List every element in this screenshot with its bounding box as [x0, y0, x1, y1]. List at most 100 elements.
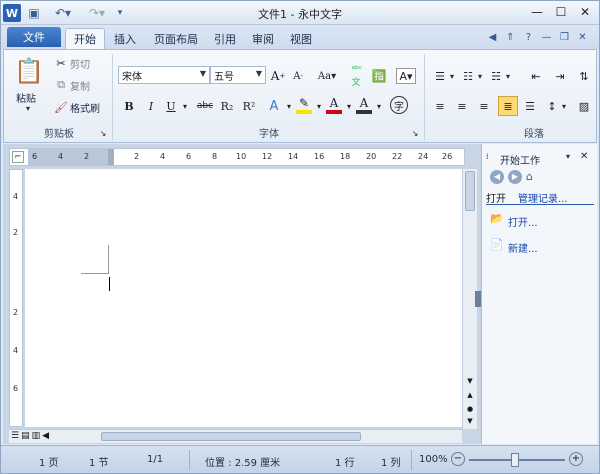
ribbon-minimize-icon[interactable]: — [539, 30, 554, 45]
char-border-icon[interactable]: 🈯 [370, 68, 388, 84]
paste-icon[interactable]: 📋 [14, 54, 44, 88]
tab-view[interactable]: 视图 [283, 28, 319, 49]
line-spacing-icon[interactable]: ↕ [544, 98, 560, 114]
pane-forward-icon[interactable]: ▶ [508, 170, 522, 184]
zoom-level[interactable]: 100% [419, 454, 448, 465]
subscript-button[interactable]: R₂ [218, 98, 236, 114]
align-left-icon[interactable]: ≡ [432, 98, 448, 114]
pane-menu-icon[interactable]: ▾ [566, 152, 570, 161]
multilevel-list-icon[interactable]: ☵ [488, 68, 504, 84]
scroll-thumb[interactable] [465, 171, 475, 211]
maximize-icon[interactable]: ☐ [551, 3, 571, 21]
superscript-button[interactable]: R² [240, 98, 258, 114]
font-color-dropdown-icon[interactable]: ▾ [344, 98, 354, 114]
strikethrough-button[interactable]: abc [194, 98, 216, 114]
shrink-font-icon[interactable]: A- [290, 68, 306, 84]
view-mode-icons[interactable]: ☰▤▥◀ [11, 431, 71, 442]
tab-home[interactable]: 开始 [65, 28, 105, 49]
minimize-icon[interactable]: — [527, 3, 547, 21]
increase-indent-icon[interactable]: ⇥ [552, 68, 568, 84]
highlight-button[interactable]: ✎ [296, 96, 312, 114]
help-icon[interactable]: ? [521, 30, 536, 45]
back-icon[interactable]: ◀ [485, 30, 500, 45]
hscroll-thumb[interactable] [101, 432, 361, 441]
scroll-down-icon[interactable]: ▼ [464, 377, 476, 387]
cut-button[interactable]: 剪切 [70, 56, 90, 71]
new-link[interactable]: 新建... [508, 240, 538, 255]
align-center-icon[interactable]: ≡ [454, 98, 470, 114]
ruler-number: 6 [13, 384, 19, 393]
line-spacing-dropdown-icon[interactable]: ▾ [560, 98, 568, 114]
horizontal-ruler[interactable]: ⌐ 6 4 2 2 4 6 8 10 12 14 16 18 20 22 24 … [9, 148, 465, 166]
shading-icon[interactable]: ▨ [576, 98, 592, 114]
paste-dropdown-icon[interactable]: ▾ [26, 104, 30, 113]
font-color-button[interactable]: A [326, 96, 342, 114]
text-effects-dropdown-icon[interactable]: ▾ [284, 98, 294, 114]
open-link[interactable]: 打开... [508, 214, 538, 229]
pane-tab-manage[interactable]: 管理记录... [518, 190, 568, 205]
clear-format-icon[interactable]: A▾ [396, 68, 416, 84]
ribbon-close-icon[interactable]: ✕ [575, 30, 590, 45]
tab-references[interactable]: 引用 [207, 28, 243, 49]
pane-close-icon[interactable]: ✕ [580, 151, 588, 162]
numbering-icon[interactable]: ☷ [460, 68, 476, 84]
copy-button[interactable]: 复制 [70, 78, 90, 93]
grow-font-icon[interactable]: A + [270, 68, 286, 84]
pane-home-icon[interactable]: ⌂ [526, 170, 540, 184]
tab-stop-selector-icon[interactable]: ⌐ [12, 151, 24, 163]
zoom-slider-thumb[interactable] [511, 453, 519, 467]
document-page[interactable] [25, 169, 462, 427]
enclose-char-button[interactable]: 字 [390, 96, 408, 114]
align-right-icon[interactable]: ≡ [476, 98, 492, 114]
pin-icon[interactable]: ⇑ [503, 30, 518, 45]
char-shading-dropdown-icon[interactable]: ▾ [374, 98, 384, 114]
underline-button[interactable]: U [164, 98, 178, 114]
bullets-dropdown-icon[interactable]: ▾ [448, 68, 456, 84]
clipboard-launcher-icon[interactable]: ↘ [98, 128, 108, 138]
italic-button[interactable]: I [144, 98, 158, 114]
ruler-number: 6 [32, 152, 38, 161]
vertical-ruler[interactable]: 4 2 2 4 6 [9, 169, 23, 427]
decrease-indent-icon[interactable]: ⇤ [528, 68, 544, 84]
indent-marker-icon[interactable] [108, 149, 114, 165]
phonetic-guide-icon[interactable]: ᵃᵇᶜ 文 [346, 65, 368, 88]
tab-insert[interactable]: 插入 [107, 28, 143, 49]
highlight-dropdown-icon[interactable]: ▾ [314, 98, 324, 114]
next-page-icon[interactable]: ▼ [464, 417, 476, 427]
bold-button[interactable]: B [122, 98, 136, 114]
format-painter-icon[interactable]: 🖌 [54, 100, 68, 114]
sort-icon[interactable]: ⇅ [576, 68, 592, 84]
scissors-icon[interactable]: ✂ [54, 56, 68, 70]
select-browse-icon[interactable]: ● [464, 405, 476, 415]
numbering-dropdown-icon[interactable]: ▾ [476, 68, 484, 84]
pane-tab-open[interactable]: 打开 [486, 190, 506, 205]
file-menu-button[interactable]: 文件 [7, 27, 61, 47]
pane-back-icon[interactable]: ◀ [490, 170, 504, 184]
tab-page-layout[interactable]: 页面布局 [147, 28, 205, 49]
bullets-icon[interactable]: ☰ [432, 68, 448, 84]
char-shading-button[interactable]: A [356, 96, 372, 114]
zoom-in-icon[interactable]: + [569, 452, 583, 466]
copy-icon[interactable]: ⧉ [54, 78, 68, 92]
format-painter-button[interactable]: 格式刷 [70, 100, 100, 115]
change-case-icon[interactable]: Aa ▾ [314, 68, 340, 84]
justify-icon[interactable]: ≣ [498, 96, 518, 116]
ruler-number: 16 [314, 152, 325, 161]
margin-corner-mark [81, 273, 109, 274]
underline-dropdown-icon[interactable]: ▾ [180, 98, 190, 114]
distributed-icon[interactable]: ☰ [522, 98, 538, 114]
horizontal-scrollbar[interactable]: ☰▤▥◀ [9, 429, 462, 443]
font-launcher-icon[interactable]: ↘ [410, 128, 420, 138]
font-group-label: 字体 [259, 129, 279, 140]
close-icon[interactable]: ✕ [575, 3, 595, 21]
status-column: 1 列 [381, 458, 401, 469]
tab-review[interactable]: 审阅 [245, 28, 281, 49]
ribbon-restore-icon[interactable]: ❐ [557, 30, 572, 45]
text-effects-button[interactable]: A [266, 98, 282, 114]
font-size-combo[interactable]: 五号 ▼ [210, 66, 266, 84]
paste-button[interactable]: 粘贴 [16, 90, 36, 105]
zoom-out-icon[interactable]: − [451, 452, 465, 466]
prev-page-icon[interactable]: ▲ [464, 391, 476, 401]
multilevel-dropdown-icon[interactable]: ▾ [504, 68, 512, 84]
font-name-combo[interactable]: 宋体 ▼ [118, 66, 210, 84]
